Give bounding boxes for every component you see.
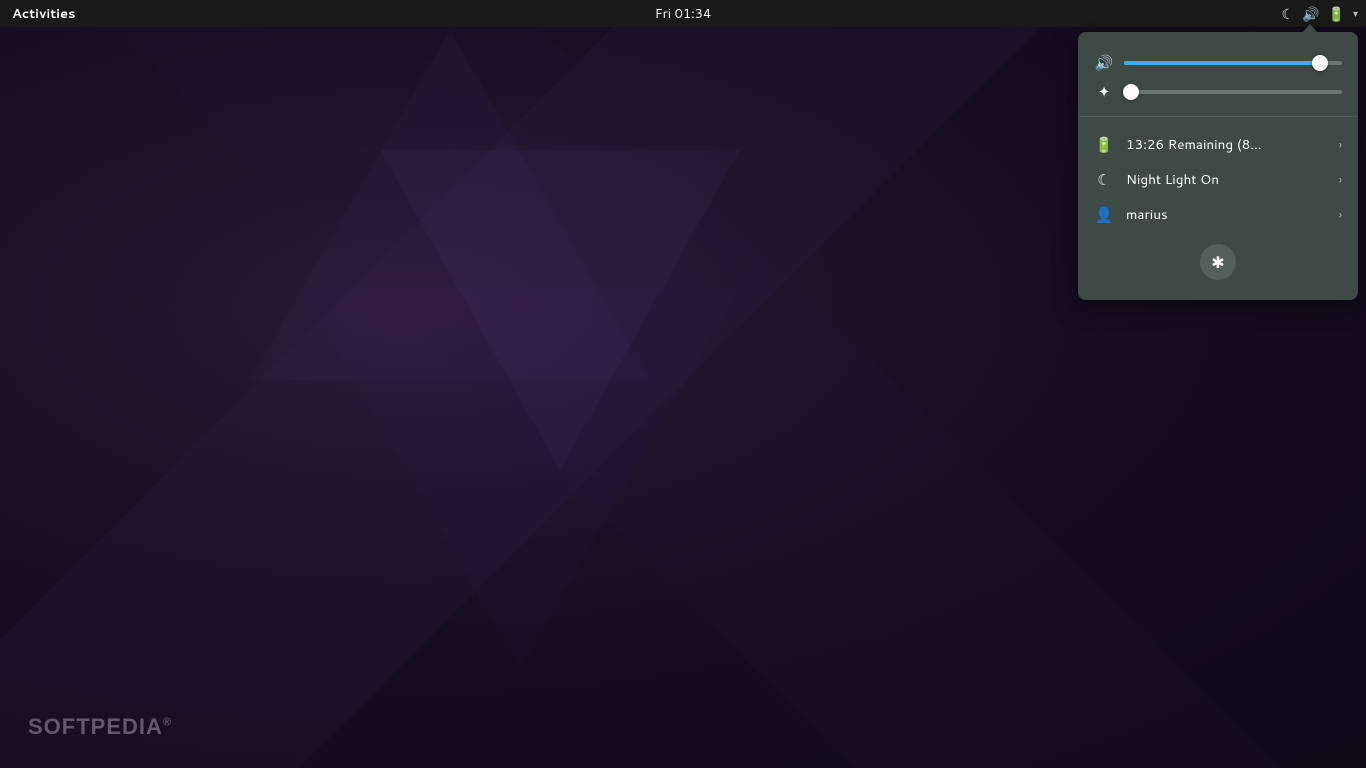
settings-icon: ✱ xyxy=(1211,251,1224,274)
volume-thumb[interactable] xyxy=(1312,55,1328,71)
datetime-display[interactable]: Fri 01:34 xyxy=(655,5,712,23)
topbar: Activities Fri 01:34 ☾ 🔊 🔋 ▾ xyxy=(0,0,1366,27)
battery-menu-icon: 🔋 xyxy=(1094,134,1114,155)
system-menu: 🔊 ✦ 🔋 13:26 Remaining (8... › ☾ Night Li… xyxy=(1078,32,1358,300)
night-light-menu-icon: ☾ xyxy=(1094,169,1114,190)
volume-slider[interactable] xyxy=(1124,61,1342,65)
brightness-slider-icon: ✦ xyxy=(1094,81,1114,102)
system-menu-arrow[interactable]: ▾ xyxy=(1353,7,1358,21)
volume-row: 🔊 xyxy=(1078,48,1358,77)
user-label: marius xyxy=(1126,205,1327,224)
watermark-sup: ® xyxy=(163,717,172,729)
activities-button[interactable]: Activities xyxy=(8,5,80,23)
user-menu-icon: 👤 xyxy=(1094,204,1114,225)
night-light-label: Night Light On xyxy=(1126,170,1327,189)
separator-1 xyxy=(1078,116,1358,117)
brightness-thumb[interactable] xyxy=(1123,84,1139,100)
volume-slider-icon: 🔊 xyxy=(1094,52,1114,73)
battery-label: 13:26 Remaining (8... xyxy=(1126,135,1327,154)
topbar-left: Activities xyxy=(8,5,80,23)
night-light-menu-item[interactable]: ☾ Night Light On › xyxy=(1078,162,1358,197)
volume-icon[interactable]: 🔊 xyxy=(1302,4,1319,24)
battery-icon[interactable]: 🔋 xyxy=(1328,4,1345,24)
brightness-slider[interactable] xyxy=(1124,90,1342,94)
night-light-icon[interactable]: ☾ xyxy=(1282,4,1295,24)
settings-button[interactable]: ✱ xyxy=(1200,244,1236,280)
topbar-right: ☾ 🔊 🔋 ▾ xyxy=(1282,4,1358,24)
night-light-arrow: › xyxy=(1339,171,1342,188)
battery-arrow: › xyxy=(1339,136,1342,153)
battery-menu-item[interactable]: 🔋 13:26 Remaining (8... › xyxy=(1078,127,1358,162)
volume-fill xyxy=(1124,61,1320,65)
user-arrow: › xyxy=(1339,206,1342,223)
user-menu-item[interactable]: 👤 marius › xyxy=(1078,197,1358,232)
menu-bottom: ✱ xyxy=(1078,232,1358,284)
watermark-text: SOFTPEDIA xyxy=(28,714,163,739)
geo-shape-3 xyxy=(300,288,740,668)
brightness-row: ✦ xyxy=(1078,77,1358,106)
softpedia-watermark: SOFTPEDIA® xyxy=(28,714,172,740)
